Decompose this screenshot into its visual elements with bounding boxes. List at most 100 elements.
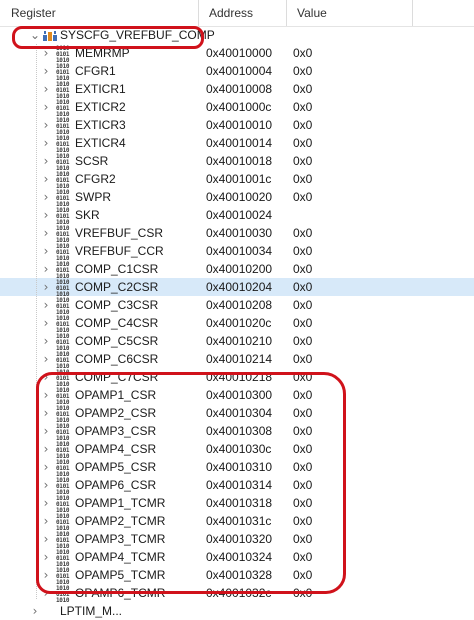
- chevron-right-icon[interactable]: ›: [41, 566, 51, 584]
- chevron-right-icon[interactable]: ›: [41, 458, 51, 476]
- value-column-header[interactable]: Value: [286, 0, 412, 26]
- chevron-right-icon[interactable]: ›: [41, 440, 51, 458]
- register-value[interactable]: 0x0: [293, 152, 312, 170]
- chevron-right-icon[interactable]: ›: [41, 296, 51, 314]
- register-value[interactable]: 0x0: [293, 170, 312, 188]
- chevron-right-icon[interactable]: ›: [41, 368, 51, 386]
- register-row[interactable]: › 1010 0101 1010 OPAMP2_CSR 0x40010304 0x0: [0, 404, 474, 424]
- register-value[interactable]: 0x0: [293, 98, 312, 116]
- register-value[interactable]: 0x0: [293, 80, 312, 98]
- register-row[interactable]: › 1010 0101 1010 OPAMP6_CSR 0x40010314 0x0: [0, 476, 474, 496]
- register-value[interactable]: 0x0: [293, 116, 312, 134]
- register-value[interactable]: 0x0: [293, 350, 312, 368]
- register-row[interactable]: › 1010 0101 1010 COMP_C2CSR 0x40010204 0x0: [0, 278, 474, 298]
- register-row[interactable]: › 1010 0101 1010 OPAMP1_TCMR 0x40010318 0x0: [0, 494, 474, 514]
- chevron-right-icon[interactable]: ›: [41, 242, 51, 260]
- register-row[interactable]: › 1010 0101 1010 COMP_C4CSR 0x4001020c 0x0: [0, 314, 474, 334]
- register-value[interactable]: 0x0: [293, 566, 312, 584]
- register-column-header[interactable]: Register: [0, 0, 198, 26]
- register-row[interactable]: › 1010 0101 1010 OPAMP5_CSR 0x40010310 0x0: [0, 458, 474, 478]
- register-value[interactable]: 0x0: [293, 296, 312, 314]
- chevron-right-icon[interactable]: ›: [41, 152, 51, 170]
- chevron-right-icon[interactable]: ›: [41, 224, 51, 242]
- chevron-right-icon[interactable]: ›: [41, 80, 51, 98]
- chevron-right-icon[interactable]: ›: [41, 206, 51, 224]
- register-row[interactable]: › 1010 0101 1010 OPAMP4_CSR 0x4001030c 0x0: [0, 440, 474, 460]
- register-row[interactable]: › 1010 0101 1010 EXTICR4 0x40010014 0x0: [0, 134, 474, 154]
- register-value[interactable]: 0x0: [293, 278, 312, 296]
- register-value[interactable]: 0x0: [293, 332, 312, 350]
- register-row[interactable]: › 1010 0101 1010 VREFBUF_CSR 0x40010030 0x0: [0, 224, 474, 244]
- register-value[interactable]: 0x0: [293, 134, 312, 152]
- register-row[interactable]: › 1010 0101 1010 EXTICR1 0x40010008 0x0: [0, 80, 474, 100]
- register-row[interactable]: › 1010 0101 1010 COMP_C1CSR 0x40010200 0x0: [0, 260, 474, 280]
- register-row[interactable]: › 1010 0101 1010 COMP_C5CSR 0x40010210 0x0: [0, 332, 474, 352]
- register-row[interactable]: › 1010 0101 1010 SKR 0x40010024: [0, 206, 474, 226]
- register-value[interactable]: 0x0: [293, 584, 312, 602]
- chevron-right-icon[interactable]: ›: [41, 494, 51, 512]
- register-row[interactable]: › 1010 0101 1010 OPAMP5_TCMR 0x40010328 0x0: [0, 566, 474, 586]
- register-value[interactable]: 0x0: [293, 440, 312, 458]
- chevron-right-icon[interactable]: ›: [41, 404, 51, 422]
- register-row[interactable]: › 1010 0101 1010 MEMRMP 0x40010000 0x0: [0, 44, 474, 64]
- chevron-right-icon[interactable]: ›: [41, 98, 51, 116]
- chevron-right-icon[interactable]: ›: [41, 386, 51, 404]
- chevron-right-icon[interactable]: ›: [41, 422, 51, 440]
- register-value[interactable]: 0x0: [293, 548, 312, 566]
- register-value[interactable]: 0x0: [293, 404, 312, 422]
- register-value[interactable]: 0x0: [293, 530, 312, 548]
- register-row[interactable]: › 1010 0101 1010 OPAMP2_TCMR 0x4001031c 0x0: [0, 512, 474, 532]
- register-row[interactable]: › 1010 0101 1010 SCSR 0x40010018 0x0: [0, 152, 474, 172]
- register-value[interactable]: 0x0: [293, 260, 312, 278]
- column-divider[interactable]: [412, 0, 413, 26]
- chevron-right-icon[interactable]: ›: [41, 260, 51, 278]
- register-row[interactable]: › 1010 0101 1010 OPAMP4_TCMR 0x40010324 0x0: [0, 548, 474, 568]
- chevron-right-icon[interactable]: ›: [41, 512, 51, 530]
- chevron-right-icon[interactable]: ›: [30, 602, 40, 620]
- register-row[interactable]: › 1010 0101 1010 EXTICR3 0x40010010 0x0: [0, 116, 474, 136]
- chevron-right-icon[interactable]: ›: [41, 476, 51, 494]
- register-value[interactable]: 0x0: [293, 62, 312, 80]
- register-row[interactable]: › 1010 0101 1010 VREFBUF_CCR 0x40010034 0x0: [0, 242, 474, 262]
- register-row[interactable]: › 1010 0101 1010 SWPR 0x40010020 0x0: [0, 188, 474, 208]
- address-column-header[interactable]: Address: [198, 0, 286, 26]
- register-row[interactable]: › 1010 0101 1010 COMP_C7CSR 0x40010218 0x0: [0, 368, 474, 388]
- register-value[interactable]: 0x0: [293, 386, 312, 404]
- chevron-right-icon[interactable]: ›: [41, 170, 51, 188]
- chevron-right-icon[interactable]: ›: [41, 350, 51, 368]
- register-value[interactable]: 0x0: [293, 494, 312, 512]
- chevron-right-icon[interactable]: ›: [41, 584, 51, 602]
- register-row[interactable]: › 1010 0101 1010 CFGR1 0x40010004 0x0: [0, 62, 474, 82]
- register-value[interactable]: 0x0: [293, 242, 312, 260]
- register-value[interactable]: 0x0: [293, 458, 312, 476]
- chevron-right-icon[interactable]: ›: [41, 116, 51, 134]
- chevron-right-icon[interactable]: ›: [41, 62, 51, 80]
- chevron-right-icon[interactable]: ›: [41, 332, 51, 350]
- register-row[interactable]: › 1010 0101 1010 COMP_C6CSR 0x40010214 0x0: [0, 350, 474, 370]
- chevron-right-icon[interactable]: ›: [41, 314, 51, 332]
- register-value[interactable]: 0x0: [293, 314, 312, 332]
- chevron-right-icon[interactable]: ›: [41, 278, 51, 296]
- peripheral-row-next[interactable]: › LPTIM_M...: [0, 602, 474, 620]
- register-value[interactable]: 0x0: [293, 224, 312, 242]
- register-value[interactable]: 0x0: [293, 368, 312, 386]
- register-value[interactable]: 0x0: [293, 476, 312, 494]
- register-value[interactable]: 0x0: [293, 512, 312, 530]
- chevron-right-icon[interactable]: ›: [41, 134, 51, 152]
- register-row[interactable]: › 1010 0101 1010 COMP_C3CSR 0x40010208 0x0: [0, 296, 474, 316]
- register-value[interactable]: 0x0: [293, 422, 312, 440]
- register-row[interactable]: › 1010 0101 1010 CFGR2 0x4001001c 0x0: [0, 170, 474, 190]
- register-row[interactable]: › 1010 0101 1010 OPAMP3_CSR 0x40010308 0x0: [0, 422, 474, 442]
- chevron-right-icon[interactable]: ›: [41, 548, 51, 566]
- chevron-right-icon[interactable]: ›: [41, 44, 51, 62]
- register-row[interactable]: › 1010 0101 1010 OPAMP6_TCMR 0x4001032c 0x0: [0, 584, 474, 604]
- register-value[interactable]: 0x0: [293, 188, 312, 206]
- chevron-right-icon[interactable]: ›: [41, 530, 51, 548]
- register-row[interactable]: › 1010 0101 1010 OPAMP3_TCMR 0x40010320 0x0: [0, 530, 474, 550]
- register-row[interactable]: › 1010 0101 1010 OPAMP1_CSR 0x40010300 0x0: [0, 386, 474, 406]
- chevron-down-icon[interactable]: ⌄: [30, 26, 40, 44]
- register-row[interactable]: › 1010 0101 1010 EXTICR2 0x4001000c 0x0: [0, 98, 474, 118]
- peripheral-row-syscfg[interactable]: ⌄ SYSCFG_VREFBUF_COMP: [0, 26, 474, 44]
- chevron-right-icon[interactable]: ›: [41, 188, 51, 206]
- register-value[interactable]: 0x0: [293, 44, 312, 62]
